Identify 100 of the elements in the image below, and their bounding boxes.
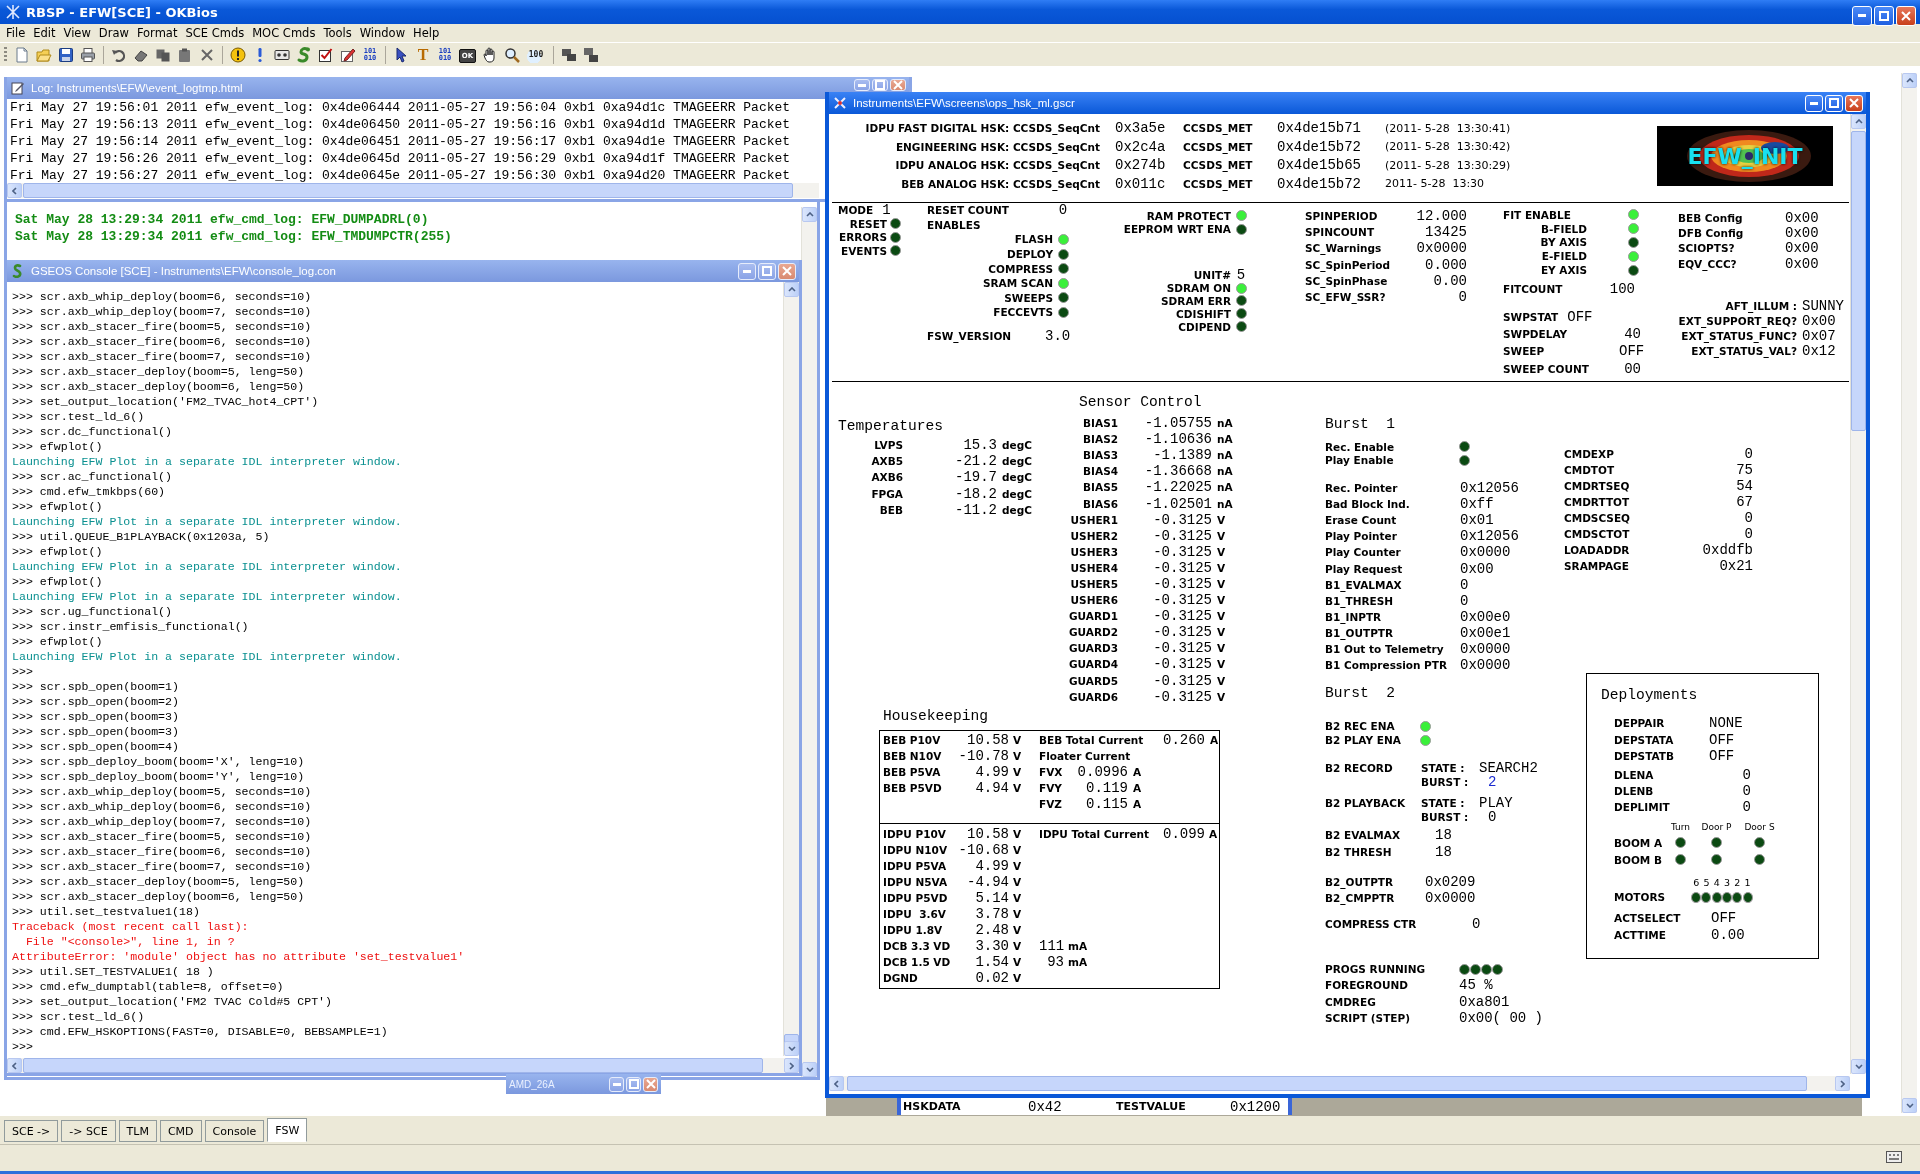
field-label: IDPU N5VA (883, 876, 949, 888)
section-label: Floater Current (1039, 749, 1132, 764)
console-line: >>> scr.spb_open(boom=3) (12, 724, 179, 739)
log-line: Fri May 27 19:56:14 2011 efw_event_log: 0x4de06451 2011-05-27 19:56:17 0xb1 0xa94d1e TMAGEERR Packet (10, 133, 791, 150)
console-line: >>> scr.axb_whip_deploy(boom=5, seconds=10) (12, 784, 312, 799)
windows-icon[interactable] (561, 46, 577, 63)
zoom-level-icon[interactable]: 100 (526, 46, 546, 63)
scrollbar-thumb[interactable] (1851, 131, 1866, 431)
menu-item[interactable]: View (59, 26, 95, 40)
paste-icon[interactable] (177, 46, 193, 63)
column-header: Turn (1670, 822, 1691, 832)
toolbar-grip[interactable] (4, 46, 7, 63)
field-value: 00 (1623, 360, 1641, 377)
snake-icon[interactable] (296, 46, 312, 63)
chevron-up-icon (805, 212, 814, 217)
scroll-down-button[interactable] (1902, 1098, 1917, 1113)
console-line: >>> scr.ac_functional() (12, 469, 173, 484)
menu-item[interactable]: MOC Cmds (248, 26, 320, 40)
scroll-left-button[interactable] (829, 1076, 844, 1091)
new-file-icon[interactable] (14, 46, 30, 63)
console-line: >>> scr.dc_functional() (12, 424, 173, 439)
field-value: 0.000 (1424, 256, 1467, 273)
field-label: HSKDATA (903, 1100, 962, 1113)
field-value: 0x12056 (1460, 480, 1519, 497)
menu-item[interactable]: Format (132, 26, 182, 40)
save-icon[interactable] (58, 46, 74, 63)
vertical-scrollbar[interactable] (783, 282, 799, 1056)
field-value: 111 (1039, 938, 1064, 954)
vertical-scrollbar[interactable] (1850, 114, 1866, 1074)
field-value: -0.3125 (1152, 592, 1212, 609)
scroll-up-button[interactable] (802, 207, 817, 222)
scroll-down-button[interactable] (1851, 1059, 1866, 1074)
field-label: Rec. Pointer (1325, 482, 1399, 495)
keyboard-icon (1886, 1151, 1902, 1163)
unit-label: degC (1001, 455, 1032, 468)
motor-number: 3 (1724, 876, 1731, 888)
scroll-right-button[interactable] (1835, 1076, 1850, 1091)
console-line: >>> scr.ug_functional() (12, 604, 173, 619)
pointer-icon[interactable] (393, 46, 409, 63)
scroll-right-button[interactable] (784, 1058, 799, 1073)
console-line: >>> scr.spb_open(boom=1) (12, 679, 179, 694)
field-value: 54 (1735, 478, 1753, 494)
field-value: 0xddfb (1701, 542, 1753, 558)
field-label: DEPPAIR (1614, 717, 1666, 730)
section-title: Temperatures (838, 418, 944, 434)
field-label: AFT_ILLUM : (1724, 299, 1797, 312)
console-line: >>> scr.spb_open(boom=4) (12, 739, 179, 754)
delete-icon[interactable] (199, 46, 215, 63)
menu-item[interactable]: Draw (94, 26, 133, 40)
motor-number: 5 (1703, 876, 1710, 888)
unit-label: V (1012, 908, 1023, 920)
warning-icon[interactable] (230, 46, 246, 63)
scroll-left-button[interactable] (7, 1058, 22, 1073)
tab[interactable]: SCE -> (4, 1120, 59, 1142)
close-button[interactable] (643, 1076, 658, 1092)
field-label: DEPSTATA (1614, 733, 1675, 746)
printer-icon[interactable] (80, 46, 96, 63)
tab[interactable]: TLM (118, 1120, 157, 1142)
pencil-icon[interactable] (340, 46, 356, 63)
hand-icon[interactable] (482, 46, 498, 63)
menu-item[interactable]: SCE Cmds (181, 26, 249, 40)
field-label: BIAS4 (1082, 465, 1118, 478)
scroll-up-button[interactable] (1851, 114, 1866, 129)
scroll-left-button[interactable] (7, 183, 22, 198)
field-label: BEB Total Current (1039, 734, 1145, 746)
tab[interactable]: Console (204, 1120, 265, 1142)
field-label: BEB P5VD (883, 782, 943, 794)
chevron-down-icon (1854, 1064, 1863, 1069)
magnifier-icon[interactable] (504, 46, 520, 63)
windows-icon[interactable] (583, 46, 599, 63)
window-title: AMD_26A (509, 1078, 555, 1090)
menu-item[interactable]: Help (409, 26, 444, 40)
console-line: >>> scr.axb_whip_deploy(boom=6, seconds=10) (12, 289, 312, 304)
section-title: Sensor Control (1079, 394, 1202, 410)
menu-item[interactable]: File (2, 26, 30, 40)
scroll-up-button[interactable] (1902, 73, 1917, 88)
field-value: 3.78 (974, 906, 1009, 922)
console-line: >>> set_output_location('FM2 TVAC Cold#5 CPT') (12, 994, 333, 1009)
tab[interactable]: FSW (267, 1118, 308, 1142)
unit-label: nA (1216, 433, 1233, 446)
unit-label: degC (1001, 439, 1032, 452)
field-value: OFF (1709, 748, 1736, 765)
field-label: EXT_STATUS_FUNC? (1680, 329, 1797, 342)
field-value: 4.94 (974, 780, 1009, 796)
menu-item[interactable]: Edit (29, 26, 60, 40)
checkbox-icon[interactable] (318, 46, 334, 63)
field-value: -0.3125 (1152, 656, 1212, 673)
vertical-scrollbar[interactable] (1901, 73, 1917, 1113)
unit-label: V (1012, 766, 1023, 778)
field-label: BEB P5VA (883, 766, 942, 778)
field-value: 0x00 (1785, 209, 1819, 226)
scroll-down-button[interactable] (784, 1041, 799, 1056)
scroll-up-button[interactable] (784, 282, 799, 297)
field-label: BURST : (1421, 811, 1470, 823)
unit-label: V (1216, 513, 1227, 526)
tab[interactable]: -> SCE (61, 1120, 116, 1142)
menu-item[interactable]: Window (355, 26, 410, 40)
menu-item[interactable]: Tools (319, 26, 356, 40)
scroll-down-button[interactable] (802, 1062, 817, 1077)
tab[interactable]: CMD (159, 1120, 202, 1142)
